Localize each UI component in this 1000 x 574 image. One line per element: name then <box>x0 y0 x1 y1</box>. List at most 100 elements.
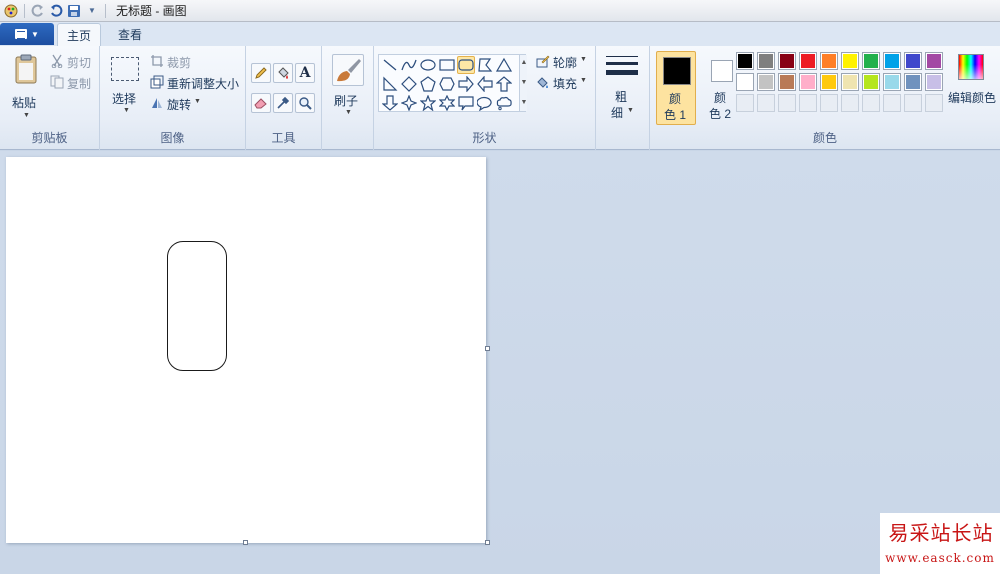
tab-home[interactable]: 主页 <box>57 23 101 46</box>
cut-button[interactable]: 剪切 <box>48 53 96 70</box>
shapes-gallery-scrollbar[interactable]: ▲ ▼ ▼ <box>519 55 527 111</box>
custom-color-slot[interactable] <box>736 94 754 112</box>
brush-icon <box>337 59 361 82</box>
save-icon[interactable] <box>65 2 83 20</box>
shape-hexagon[interactable] <box>438 75 456 93</box>
shape-polygon[interactable] <box>476 56 494 74</box>
resize-handle-right[interactable] <box>485 346 490 351</box>
palette-swatch[interactable] <box>862 52 880 70</box>
image-group: 选择 ▼ 裁剪 重新调整大小 旋转 ▼ 图像 <box>100 46 246 150</box>
redo-icon[interactable] <box>29 2 47 20</box>
shape-oval[interactable] <box>419 56 437 74</box>
magnifier-tool[interactable] <box>295 93 315 113</box>
customize-quick-access-icon[interactable]: ▼ <box>83 2 101 20</box>
palette-swatch[interactable] <box>925 52 943 70</box>
shape-line[interactable] <box>381 56 399 74</box>
shape-cloud-callout[interactable] <box>495 94 513 112</box>
custom-color-slot[interactable] <box>820 94 838 112</box>
resize-button[interactable]: 重新调整大小 <box>148 74 244 91</box>
select-button[interactable]: 选择 ▼ <box>106 54 146 120</box>
palette-swatch[interactable] <box>820 52 838 70</box>
shape-four-point-star[interactable] <box>400 94 418 112</box>
custom-color-slot[interactable] <box>883 94 901 112</box>
shape-rectangular-callout[interactable] <box>457 94 475 112</box>
chevron-down-icon: ▼ <box>580 56 587 63</box>
shape-down-arrow[interactable] <box>381 94 399 112</box>
palette-swatch[interactable] <box>778 52 796 70</box>
palette-swatch[interactable] <box>736 73 754 91</box>
custom-color-slot[interactable] <box>904 94 922 112</box>
six-point-star-icon <box>439 95 455 111</box>
paint-app-icon[interactable] <box>2 2 20 20</box>
edit-colors-button[interactable]: 编辑颜色 <box>946 52 998 118</box>
shape-right-arrow[interactable] <box>457 75 475 93</box>
shape-six-point-star[interactable] <box>438 94 456 112</box>
copy-button[interactable]: 复制 <box>48 74 96 91</box>
fill-tool[interactable] <box>273 63 293 83</box>
tools-group-label: 工具 <box>271 131 296 145</box>
swatch-color <box>738 54 752 68</box>
resize-handle-bottom[interactable] <box>243 540 248 545</box>
shape-pentagon[interactable] <box>419 75 437 93</box>
shape-up-arrow[interactable] <box>495 75 513 93</box>
chevron-down-icon: ▼ <box>23 112 30 119</box>
palette-swatch[interactable] <box>799 73 817 91</box>
custom-color-slot[interactable] <box>862 94 880 112</box>
size-group: 粗 细 ▼ <box>596 46 650 150</box>
eraser-tool[interactable] <box>251 93 271 113</box>
shape-right-triangle[interactable] <box>381 75 399 93</box>
palette-swatch[interactable] <box>757 52 775 70</box>
shape-rounded-rectangle[interactable] <box>457 56 475 74</box>
brushes-button[interactable]: 刷子 ▼ <box>326 52 370 120</box>
palette-swatch[interactable] <box>778 73 796 91</box>
palette-swatch[interactable] <box>736 52 754 70</box>
color-1-button[interactable]: 颜 色 1 <box>656 51 696 125</box>
palette-swatch[interactable] <box>883 52 901 70</box>
shape-five-point-star[interactable] <box>419 94 437 112</box>
custom-color-slot[interactable] <box>841 94 859 112</box>
shape-curve[interactable] <box>400 56 418 74</box>
palette-swatch[interactable] <box>841 52 859 70</box>
crop-button[interactable]: 裁剪 <box>148 53 194 70</box>
tab-view[interactable]: 查看 <box>108 23 152 46</box>
palette-swatch[interactable] <box>799 52 817 70</box>
palette-swatch[interactable] <box>820 73 838 91</box>
custom-color-slot[interactable] <box>757 94 775 112</box>
rotate-button[interactable]: 旋转 ▼ <box>148 95 208 112</box>
fill-button[interactable]: 填充 ▼ <box>534 74 592 91</box>
text-tool[interactable]: A <box>295 63 315 83</box>
palette-swatch[interactable] <box>925 73 943 91</box>
scroll-up-icon[interactable]: ▲ <box>520 59 528 66</box>
outline-pencil-icon <box>536 55 550 68</box>
palette-swatch[interactable] <box>904 73 922 91</box>
shape-oval-callout[interactable] <box>476 94 494 112</box>
paste-button[interactable]: 粘贴 ▼ <box>6 52 44 122</box>
custom-color-slot[interactable] <box>778 94 796 112</box>
palette-swatch[interactable] <box>904 52 922 70</box>
drawing-canvas[interactable] <box>6 157 486 543</box>
watermark-text: 易采站长站 <box>888 521 994 545</box>
shape-triangle[interactable] <box>495 56 513 74</box>
paint-menu-button[interactable]: ▼ <box>0 23 54 45</box>
outline-button[interactable]: 轮廓 ▼ <box>534 53 592 70</box>
shape-rectangle[interactable] <box>438 56 456 74</box>
undo-icon[interactable] <box>47 2 65 20</box>
shape-left-arrow[interactable] <box>476 75 494 93</box>
expand-gallery-icon[interactable]: ▼ <box>520 99 528 106</box>
palette-swatch[interactable] <box>883 73 901 91</box>
color-picker-tool[interactable] <box>273 93 293 113</box>
paint-bucket-icon <box>278 67 289 79</box>
palette-swatch[interactable] <box>757 73 775 91</box>
custom-color-slot[interactable] <box>799 94 817 112</box>
palette-swatch[interactable] <box>862 73 880 91</box>
scroll-down-icon[interactable]: ▼ <box>520 79 528 86</box>
canvas-workspace[interactable] <box>0 151 1000 574</box>
shape-diamond[interactable] <box>400 75 418 93</box>
pencil-tool[interactable] <box>251 63 271 83</box>
resize-handle-corner[interactable] <box>485 540 490 545</box>
copy-label: 复制 <box>67 77 92 91</box>
size-button[interactable]: 粗 细 ▼ <box>602 52 644 120</box>
custom-color-slot[interactable] <box>925 94 943 112</box>
palette-swatch[interactable] <box>841 73 859 91</box>
oval-callout-icon <box>477 96 492 111</box>
